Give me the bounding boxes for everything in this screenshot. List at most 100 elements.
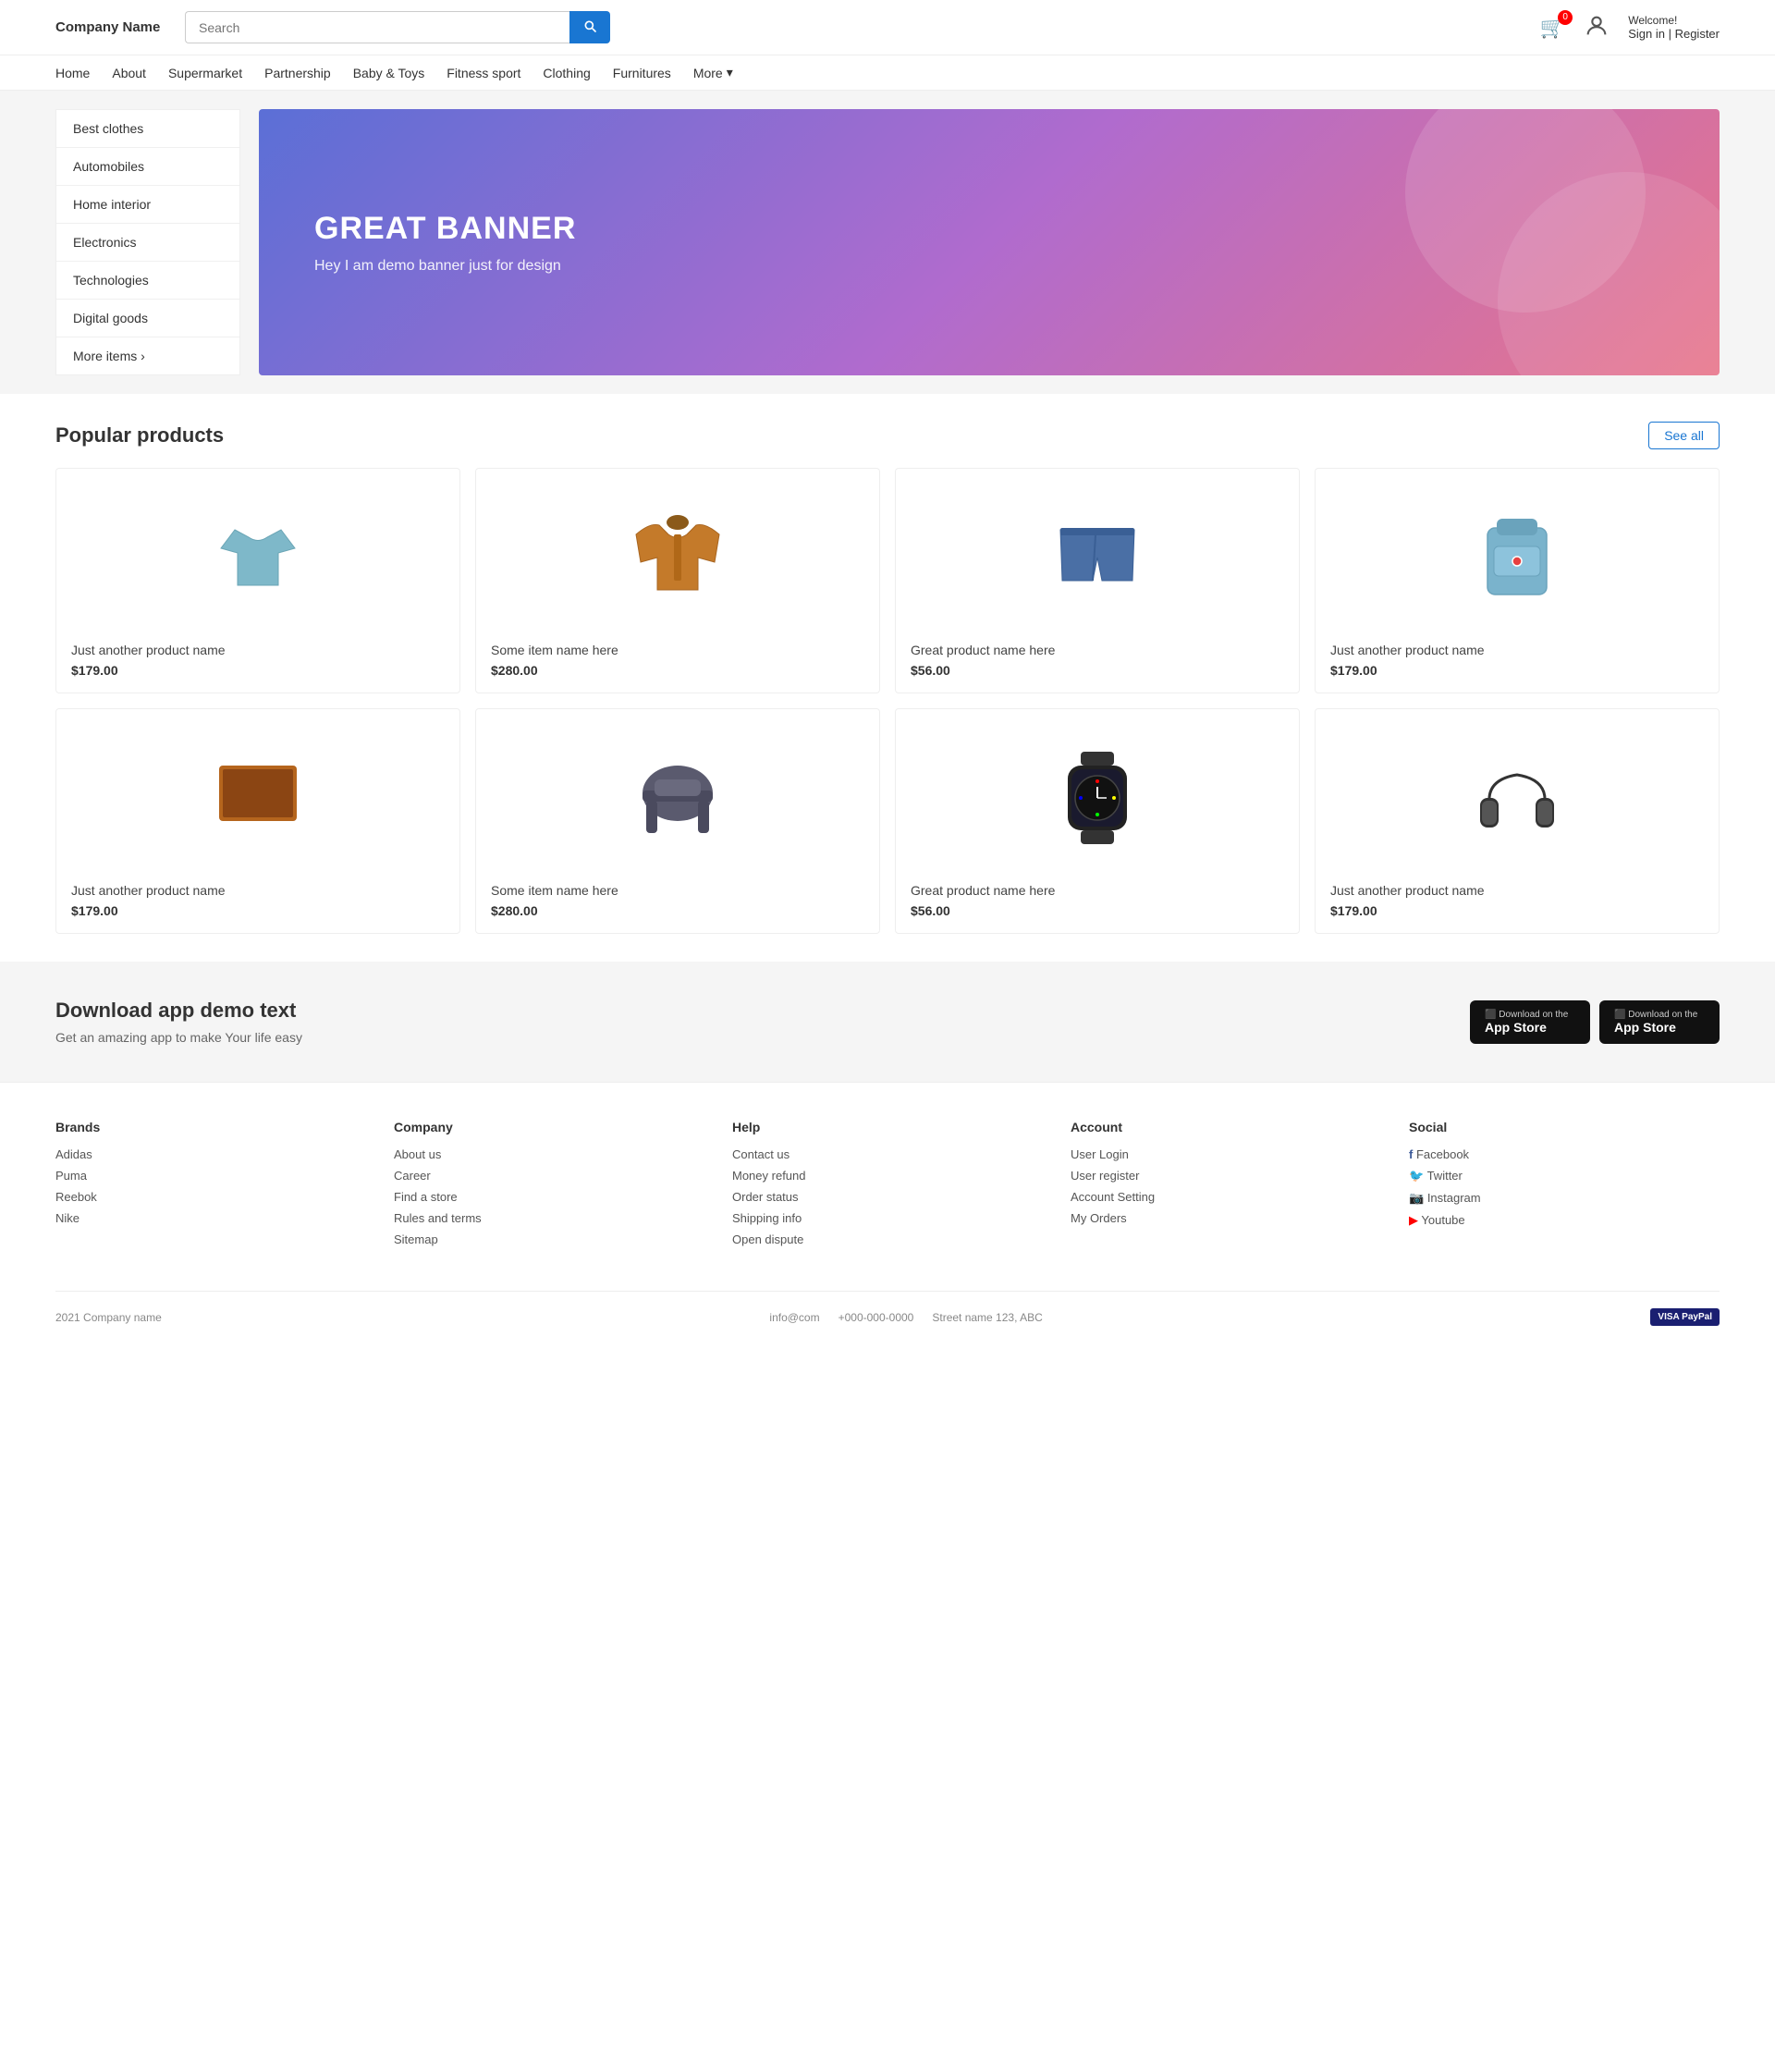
search-bar	[185, 11, 610, 43]
footer-career[interactable]: Career	[394, 1169, 704, 1183]
app-buttons: ⬛ Download on the App Store ⬛ Download o…	[1470, 1000, 1720, 1044]
footer-account: Account User Login User register Account…	[1071, 1120, 1381, 1254]
footer-user-login[interactable]: User Login	[1071, 1147, 1381, 1161]
nav-supermarket[interactable]: Supermarket	[168, 66, 242, 80]
app-btn-big-1: App Store	[1485, 1020, 1547, 1035]
product-card[interactable]: Just another product name $179.00	[55, 468, 460, 693]
instagram-icon: 📷	[1409, 1191, 1424, 1205]
product-price: $280.00	[491, 663, 864, 678]
product-name: Just another product name	[71, 883, 445, 898]
chair-icon	[622, 742, 733, 853]
product-name: Just another product name	[71, 643, 445, 657]
app-text: Download app demo text Get an amazing ap…	[55, 999, 302, 1045]
product-card[interactable]: Some item name here $280.00	[475, 468, 880, 693]
footer-open-dispute[interactable]: Open dispute	[732, 1232, 1043, 1246]
product-name: Some item name here	[491, 883, 864, 898]
nav-home[interactable]: Home	[55, 66, 90, 80]
facebook-icon: f	[1409, 1147, 1413, 1161]
sidebar-item-more-items[interactable]: More items ›	[56, 337, 239, 374]
headphones-icon	[1462, 742, 1573, 853]
footer-instagram[interactable]: 📷 Instagram	[1409, 1191, 1720, 1206]
laptop-icon	[202, 742, 313, 853]
footer-phone: +000-000-0000	[839, 1311, 914, 1324]
footer-brand-nike[interactable]: Nike	[55, 1211, 366, 1225]
footer-sitemap[interactable]: Sitemap	[394, 1232, 704, 1246]
product-image	[71, 724, 445, 872]
product-image	[911, 484, 1284, 631]
app-store-button-1[interactable]: ⬛ Download on the App Store	[1470, 1000, 1590, 1044]
sidebar-item-automobiles[interactable]: Automobiles	[56, 148, 239, 186]
footer-brand-adidas[interactable]: Adidas	[55, 1147, 366, 1161]
register-link[interactable]: Register	[1675, 27, 1720, 41]
jacket-icon	[622, 502, 733, 613]
footer-youtube[interactable]: ▶ Youtube	[1409, 1213, 1720, 1228]
footer-contact-us[interactable]: Contact us	[732, 1147, 1043, 1161]
footer-bottom: 2021 Company name info@com +000-000-0000…	[55, 1291, 1720, 1326]
nav-fitness[interactable]: Fitness sport	[447, 66, 520, 80]
welcome-text: Welcome!	[1628, 14, 1677, 27]
search-button[interactable]	[569, 11, 610, 43]
auth-links[interactable]: Sign in | Register	[1628, 27, 1720, 41]
hero-banner: GREAT BANNER Hey I am demo banner just f…	[259, 109, 1720, 375]
product-card[interactable]: Great product name here $56.00	[895, 708, 1300, 934]
footer-address: Street name 123, ABC	[932, 1311, 1042, 1324]
sidebar-item-best-clothes[interactable]: Best clothes	[56, 110, 239, 148]
nav-clothing[interactable]: Clothing	[543, 66, 590, 80]
products-grid: Just another product name $179.00 Some i…	[55, 468, 1720, 934]
sidebar-item-home-interior[interactable]: Home interior	[56, 186, 239, 224]
product-image	[911, 724, 1284, 872]
sidebar-item-technologies[interactable]: Technologies	[56, 262, 239, 300]
sign-in-link[interactable]: Sign in	[1628, 27, 1665, 41]
footer-brand-reebok[interactable]: Reebok	[55, 1190, 366, 1204]
product-image	[1330, 484, 1704, 631]
footer-social-title: Social	[1409, 1120, 1720, 1134]
footer-facebook[interactable]: f Facebook	[1409, 1147, 1720, 1161]
footer-account-title: Account	[1071, 1120, 1381, 1134]
youtube-icon: ▶	[1409, 1213, 1418, 1227]
app-subtitle: Get an amazing app to make Your life eas…	[55, 1030, 302, 1045]
main-nav: Home About Supermarket Partnership Baby …	[0, 55, 1775, 91]
footer-account-setting[interactable]: Account Setting	[1071, 1190, 1381, 1204]
footer-rules-terms[interactable]: Rules and terms	[394, 1211, 704, 1225]
product-card[interactable]: Just another product name $179.00	[1315, 468, 1720, 693]
footer-copyright: 2021 Company name	[55, 1311, 162, 1324]
footer-twitter[interactable]: 🐦 Twitter	[1409, 1169, 1720, 1183]
sidebar-item-digital-goods[interactable]: Digital goods	[56, 300, 239, 337]
footer-brand-puma[interactable]: Puma	[55, 1169, 366, 1183]
footer-money-refund[interactable]: Money refund	[732, 1169, 1043, 1183]
footer-company-title: Company	[394, 1120, 704, 1134]
app-btn-small-2: ⬛ Download on the	[1614, 1010, 1697, 1020]
product-name: Just another product name	[1330, 643, 1704, 657]
footer-user-register[interactable]: User register	[1071, 1169, 1381, 1183]
product-price: $179.00	[1330, 663, 1704, 678]
nav-baby-toys[interactable]: Baby & Toys	[353, 66, 425, 80]
nav-furnitures[interactable]: Furnitures	[613, 66, 671, 80]
footer-my-orders[interactable]: My Orders	[1071, 1211, 1381, 1225]
app-download-section: Download app demo text Get an amazing ap…	[0, 962, 1775, 1082]
nav-about[interactable]: About	[112, 66, 146, 80]
product-card[interactable]: Some item name here $280.00	[475, 708, 880, 934]
products-title: Popular products	[55, 423, 224, 448]
nav-more[interactable]: More ▾	[693, 65, 733, 80]
tshirt-icon	[202, 502, 313, 613]
sidebar-item-electronics[interactable]: Electronics	[56, 224, 239, 262]
footer-find-store[interactable]: Find a store	[394, 1190, 704, 1204]
shorts-icon	[1042, 502, 1153, 613]
app-store-button-2[interactable]: ⬛ Download on the App Store	[1599, 1000, 1720, 1044]
product-card[interactable]: Just another product name $179.00	[55, 708, 460, 934]
footer-order-status[interactable]: Order status	[732, 1190, 1043, 1204]
product-card[interactable]: Just another product name $179.00	[1315, 708, 1720, 934]
app-title: Download app demo text	[55, 999, 302, 1023]
cart-button[interactable]: 🛒 0	[1540, 16, 1565, 40]
nav-partnership[interactable]: Partnership	[264, 66, 331, 80]
footer-shipping-info[interactable]: Shipping info	[732, 1211, 1043, 1225]
footer-about-us[interactable]: About us	[394, 1147, 704, 1161]
product-name: Great product name here	[911, 643, 1284, 657]
product-card[interactable]: Great product name here $56.00	[895, 468, 1300, 693]
visa-badge: VISA PayPal	[1650, 1308, 1720, 1326]
product-price: $280.00	[491, 903, 864, 918]
search-input[interactable]	[185, 11, 569, 43]
footer-contact: info@com +000-000-0000 Street name 123, …	[769, 1311, 1042, 1324]
backpack-icon	[1462, 502, 1573, 613]
see-all-button[interactable]: See all	[1648, 422, 1720, 449]
